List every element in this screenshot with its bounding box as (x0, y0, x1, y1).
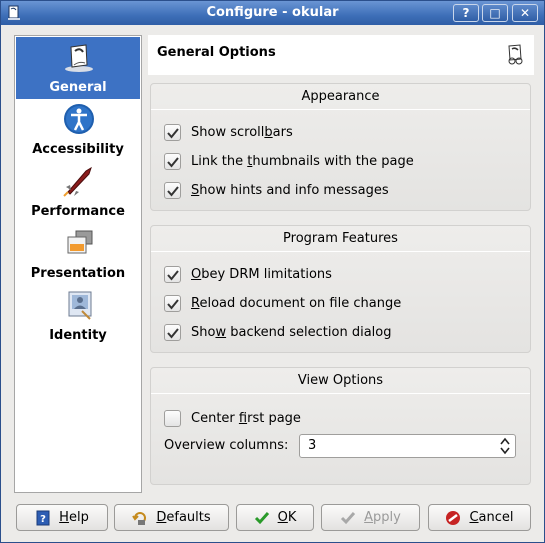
link-thumbnails-checkbox[interactable]: Link the thumbnails with the page (164, 150, 414, 172)
reload-document-checkbox[interactable]: Reload document on file change (164, 292, 401, 314)
checkbox-label: Center first page (191, 410, 301, 426)
defaults-icon (132, 511, 147, 525)
close-button[interactable]: ✕ (512, 4, 538, 22)
defaults-button[interactable]: Defaults (114, 504, 229, 531)
ok-button[interactable]: OK (236, 504, 314, 531)
obey-drm-checkbox[interactable]: Obey DRM limitations (164, 263, 332, 285)
checkbox-label: Show backend selection dialog (191, 324, 392, 340)
checkbox[interactable] (164, 265, 181, 283)
button-label: Defaults (156, 510, 211, 525)
checkmark-icon (167, 185, 179, 197)
group-title: Program Features (283, 231, 398, 246)
button-label: OK (277, 510, 297, 525)
svg-text:?: ? (40, 514, 46, 525)
sidebar-item-accessibility[interactable]: Accessibility (16, 99, 140, 161)
checkbox[interactable] (164, 323, 181, 341)
apply-button[interactable]: Apply (321, 504, 420, 531)
okular-icon (65, 44, 93, 72)
cancel-button[interactable]: Cancel (428, 504, 531, 531)
divider (151, 109, 530, 110)
sidebar-item-identity[interactable]: Identity (16, 285, 140, 347)
divider (151, 251, 530, 252)
center-first-page-checkbox[interactable]: Center first page (164, 407, 301, 429)
view-options-group: View Options Center first page Overview … (150, 367, 531, 485)
spinbox-value: 3 (308, 438, 317, 453)
sidebar-item-performance[interactable]: Performance (16, 161, 140, 223)
checkmark-icon (167, 327, 179, 339)
button-label: Help (59, 510, 89, 525)
sidebar-item-label: Accessibility (32, 142, 124, 157)
checkbox[interactable] (164, 409, 181, 427)
identity-icon (68, 291, 92, 320)
group-title: Appearance (301, 89, 380, 104)
checkbox-label: Obey DRM limitations (191, 266, 332, 282)
spin-arrows-icon[interactable] (500, 437, 510, 455)
show-scrollbars-checkbox[interactable]: Show scrollbars (164, 121, 293, 143)
presentation-icon (67, 230, 93, 254)
checkbox[interactable] (164, 181, 181, 199)
sidebar-item-label: Identity (49, 328, 107, 343)
sidebar-item-general[interactable]: General (16, 37, 140, 99)
group-title: View Options (297, 373, 384, 388)
check-icon (254, 511, 269, 524)
context-help-button[interactable]: ? (453, 4, 479, 22)
divider (151, 393, 530, 394)
cancel-icon (446, 510, 461, 525)
appearance-group: Appearance Show scrollbars Link the thum… (150, 83, 531, 211)
button-label: Apply (364, 510, 401, 525)
checkbox-label: Show hints and info messages (191, 182, 389, 198)
checkbox-label: Show scrollbars (191, 124, 293, 140)
accessibility-icon (64, 104, 94, 134)
show-hints-checkbox[interactable]: Show hints and info messages (164, 179, 389, 201)
checkmark-icon (167, 156, 179, 168)
overview-columns-label: Overview columns: (164, 438, 289, 453)
overview-columns-spinbox[interactable]: 3 (299, 434, 516, 458)
maximize-button[interactable]: □ (482, 4, 508, 22)
page-header: General Options (148, 35, 534, 75)
checkbox[interactable] (164, 294, 181, 312)
sidebar-item-label: Presentation (30, 266, 126, 281)
sidebar-item-label: Performance (31, 204, 125, 219)
checkmark-icon (167, 298, 179, 310)
help-button[interactable]: ? Help (16, 504, 108, 531)
checkbox[interactable] (164, 123, 181, 141)
check-icon (341, 511, 356, 524)
checkmark-icon (167, 269, 179, 281)
checkbox-label: Link the thumbnails with the page (191, 153, 414, 169)
sidebar-item-label: General (49, 80, 107, 95)
checkbox-label: Reload document on file change (191, 295, 402, 311)
okular-icon (508, 44, 523, 65)
page-title: General Options (157, 45, 276, 60)
checkmark-icon (167, 127, 179, 139)
help-icon: ? (36, 510, 50, 525)
program-features-group: Program Features Obey DRM limitations Re… (150, 225, 531, 353)
configure-window: Configure - okular ? □ ✕ General Accessi… (0, 0, 545, 543)
show-backend-dialog-checkbox[interactable]: Show backend selection dialog (164, 321, 392, 343)
rocket-icon (63, 166, 92, 197)
checkbox[interactable] (164, 152, 181, 170)
title-bar[interactable]: Configure - okular ? □ ✕ (1, 1, 544, 25)
button-label: Cancel (469, 510, 514, 525)
sidebar-item-presentation[interactable]: Presentation (16, 223, 140, 285)
sidebar: General Accessibility Performance Presen… (14, 35, 142, 493)
